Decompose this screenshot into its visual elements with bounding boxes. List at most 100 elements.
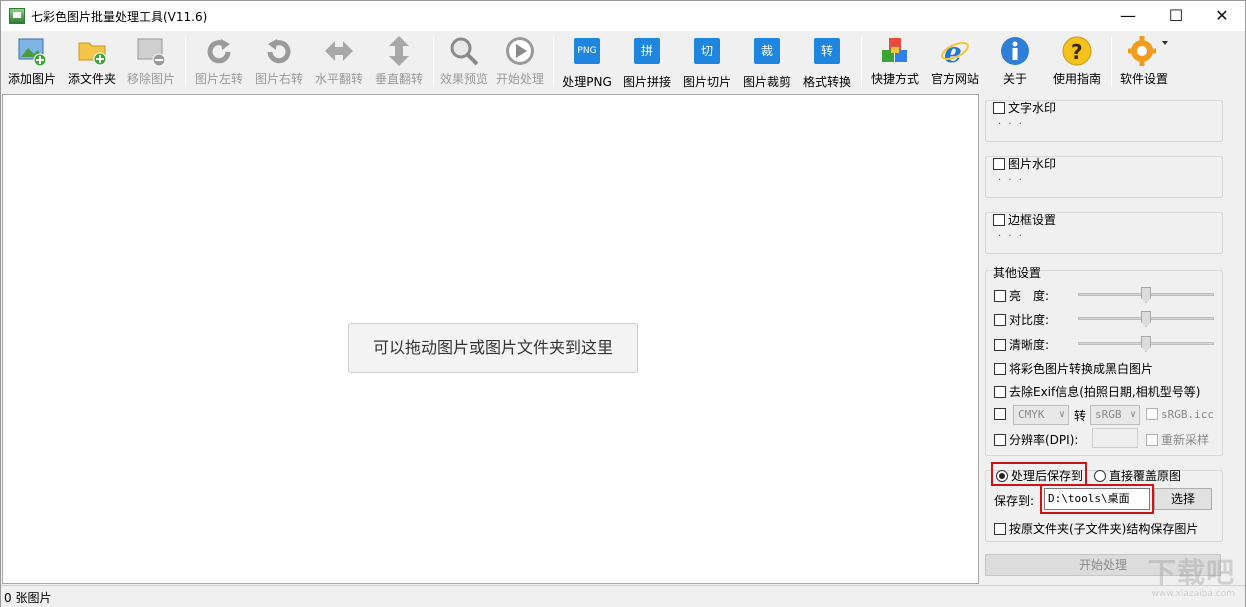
text-watermark-option[interactable]: 文字水印 bbox=[993, 99, 1056, 116]
resolution-option[interactable]: 分辨率(DPI): bbox=[994, 431, 1078, 448]
brightness-slider-thumb[interactable] bbox=[1141, 287, 1151, 303]
sharpness-slider[interactable] bbox=[1078, 336, 1214, 352]
srgb-icc-checkbox[interactable] bbox=[1146, 408, 1158, 420]
rotate-left-icon bbox=[203, 35, 235, 67]
text-watermark-group: 文字水印 · · · bbox=[985, 100, 1223, 142]
preview-label: 效果预览 bbox=[439, 72, 488, 86]
process-png-button[interactable]: PNG 处理PNG bbox=[559, 35, 615, 89]
resample-label: 重新采样 bbox=[1161, 433, 1210, 447]
text-watermark-label: 文字水印 bbox=[1008, 101, 1057, 115]
website-button[interactable]: e 官方网站 bbox=[927, 35, 983, 89]
remove-exif-label: 去除Exif信息(拍照日期,相机型号等) bbox=[1009, 385, 1201, 399]
flip-horizontal-button[interactable]: 水平翻转 bbox=[311, 35, 367, 89]
shortcut-button[interactable]: 快捷方式 bbox=[867, 35, 923, 89]
crop-icon-text: 裁 bbox=[754, 38, 780, 64]
highlight-box bbox=[991, 462, 1087, 486]
user-guide-button[interactable]: ? 使用指南 bbox=[1047, 35, 1107, 89]
dpi-input[interactable] bbox=[1092, 428, 1138, 448]
border-settings-checkbox[interactable] bbox=[993, 214, 1005, 226]
close-button[interactable]: ✕ bbox=[1199, 1, 1245, 31]
overwrite-option[interactable]: 直接覆盖原图 bbox=[1094, 467, 1181, 484]
color-convert-option[interactable] bbox=[994, 407, 1009, 421]
app-window: 七彩色图片批量处理工具(V11.6) — ☐ ✕ 添加图片 添文件夹 移除图片 bbox=[0, 0, 1246, 607]
sharpness-label: 清晰度: bbox=[1009, 338, 1050, 352]
remove-image-button[interactable]: 移除图片 bbox=[123, 35, 179, 89]
highlight-box bbox=[1040, 484, 1154, 514]
app-logo-icon bbox=[9, 8, 25, 24]
other-settings-group: 其他设置 亮 度: 对比度: 清晰度: 将彩色图片转换成黑白图片 去除Exif信… bbox=[985, 266, 1223, 456]
shortcut-label: 快捷方式 bbox=[870, 72, 919, 86]
remove-image-icon bbox=[135, 35, 167, 67]
grayscale-checkbox[interactable] bbox=[994, 363, 1006, 375]
contrast-slider-thumb[interactable] bbox=[1141, 311, 1151, 327]
format-convert-button[interactable]: 转 格式转换 bbox=[799, 35, 855, 89]
brightness-slider[interactable] bbox=[1078, 287, 1214, 303]
sharpness-slider-thumb[interactable] bbox=[1141, 336, 1151, 352]
save-options-group: 处理后保存到 直接覆盖原图 保存到: D:\tools\桌面 选择 按原文件夹(… bbox=[985, 462, 1223, 542]
srgb-select[interactable]: sRGB bbox=[1090, 405, 1140, 425]
watermark-url: www.xiazaiba.com bbox=[1151, 589, 1235, 599]
toolbar-separator bbox=[185, 37, 186, 87]
rotate-left-button[interactable]: 图片左转 bbox=[191, 35, 247, 89]
text-watermark-checkbox[interactable] bbox=[993, 102, 1005, 114]
image-watermark-option[interactable]: 图片水印 bbox=[993, 155, 1056, 172]
text-watermark-dots[interactable]: · · · bbox=[998, 119, 1024, 130]
about-button[interactable]: 关于 bbox=[987, 35, 1043, 89]
keep-structure-option[interactable]: 按原文件夹(子文件夹)结构保存图片 bbox=[994, 520, 1198, 537]
ie-browser-icon: e bbox=[939, 35, 971, 69]
choose-folder-button[interactable]: 选择 bbox=[1154, 488, 1212, 510]
image-list-area[interactable]: 可以拖动图片或图片文件夹到这里 bbox=[2, 94, 979, 584]
image-crop-button[interactable]: 裁 图片裁剪 bbox=[739, 35, 795, 89]
slice-icon-text: 切 bbox=[694, 38, 720, 64]
image-crop-label: 图片裁剪 bbox=[742, 75, 791, 89]
grayscale-option[interactable]: 将彩色图片转换成黑白图片 bbox=[994, 360, 1153, 377]
toolbar-separator bbox=[1111, 37, 1112, 87]
rotate-right-button[interactable]: 图片右转 bbox=[251, 35, 307, 89]
border-settings-option[interactable]: 边框设置 bbox=[993, 211, 1056, 228]
preview-button[interactable]: 效果预览 bbox=[437, 35, 491, 89]
rotate-right-icon bbox=[263, 35, 295, 67]
color-convert-checkbox[interactable] bbox=[994, 408, 1006, 420]
gear-icon bbox=[1128, 35, 1168, 67]
brightness-option[interactable]: 亮 度: bbox=[994, 287, 1049, 304]
srgb-icc-label: sRGB.icc bbox=[1161, 408, 1214, 421]
add-folder-button[interactable]: 添文件夹 bbox=[65, 35, 119, 89]
overwrite-radio[interactable] bbox=[1094, 470, 1106, 482]
image-stitch-button[interactable]: 拼 图片拼接 bbox=[619, 35, 675, 89]
magnifier-icon bbox=[448, 35, 480, 67]
resample-checkbox[interactable] bbox=[1146, 434, 1158, 446]
remove-exif-option[interactable]: 去除Exif信息(拍照日期,相机型号等) bbox=[994, 383, 1200, 400]
resample-option[interactable]: 重新采样 bbox=[1146, 431, 1209, 448]
minimize-button[interactable]: — bbox=[1105, 1, 1151, 31]
keep-structure-checkbox[interactable] bbox=[994, 523, 1006, 535]
border-settings-dots[interactable]: · · · bbox=[998, 231, 1024, 242]
flip-vertical-button[interactable]: 垂直翻转 bbox=[371, 35, 427, 89]
brightness-checkbox[interactable] bbox=[994, 290, 1006, 302]
panel-scrollbar[interactable] bbox=[1228, 94, 1245, 584]
contrast-checkbox[interactable] bbox=[994, 314, 1006, 326]
contrast-slider[interactable] bbox=[1078, 311, 1214, 327]
sharpness-checkbox[interactable] bbox=[994, 339, 1006, 351]
srgb-icc-option[interactable]: sRGB.icc bbox=[1146, 407, 1214, 421]
user-guide-label: 使用指南 bbox=[1052, 72, 1101, 86]
remove-exif-checkbox[interactable] bbox=[994, 386, 1006, 398]
sharpness-option[interactable]: 清晰度: bbox=[994, 336, 1049, 353]
start-toolbar-button[interactable]: 开始处理 bbox=[493, 35, 547, 89]
image-watermark-checkbox[interactable] bbox=[993, 158, 1005, 170]
watermark-brand: 下载吧 bbox=[1147, 556, 1235, 589]
add-folder-icon bbox=[76, 35, 108, 67]
contrast-option[interactable]: 对比度: bbox=[994, 311, 1049, 328]
software-settings-label: 软件设置 bbox=[1119, 72, 1168, 86]
maximize-button[interactable]: ☐ bbox=[1153, 1, 1199, 31]
remove-image-label: 移除图片 bbox=[126, 72, 175, 86]
resolution-checkbox[interactable] bbox=[994, 434, 1006, 446]
cmyk-select[interactable]: CMYK bbox=[1013, 405, 1069, 425]
software-settings-button[interactable]: 软件设置 bbox=[1115, 35, 1173, 89]
convert-icon: 转 bbox=[811, 38, 843, 70]
image-count-status: 0 张图片 bbox=[4, 591, 52, 605]
add-image-button[interactable]: 添加图片 bbox=[5, 35, 59, 89]
image-watermark-dots[interactable]: · · · bbox=[998, 175, 1024, 186]
flip-horizontal-label: 水平翻转 bbox=[314, 72, 363, 86]
image-slice-button[interactable]: 切 图片切片 bbox=[679, 35, 735, 89]
keep-structure-label: 按原文件夹(子文件夹)结构保存图片 bbox=[1009, 522, 1199, 536]
